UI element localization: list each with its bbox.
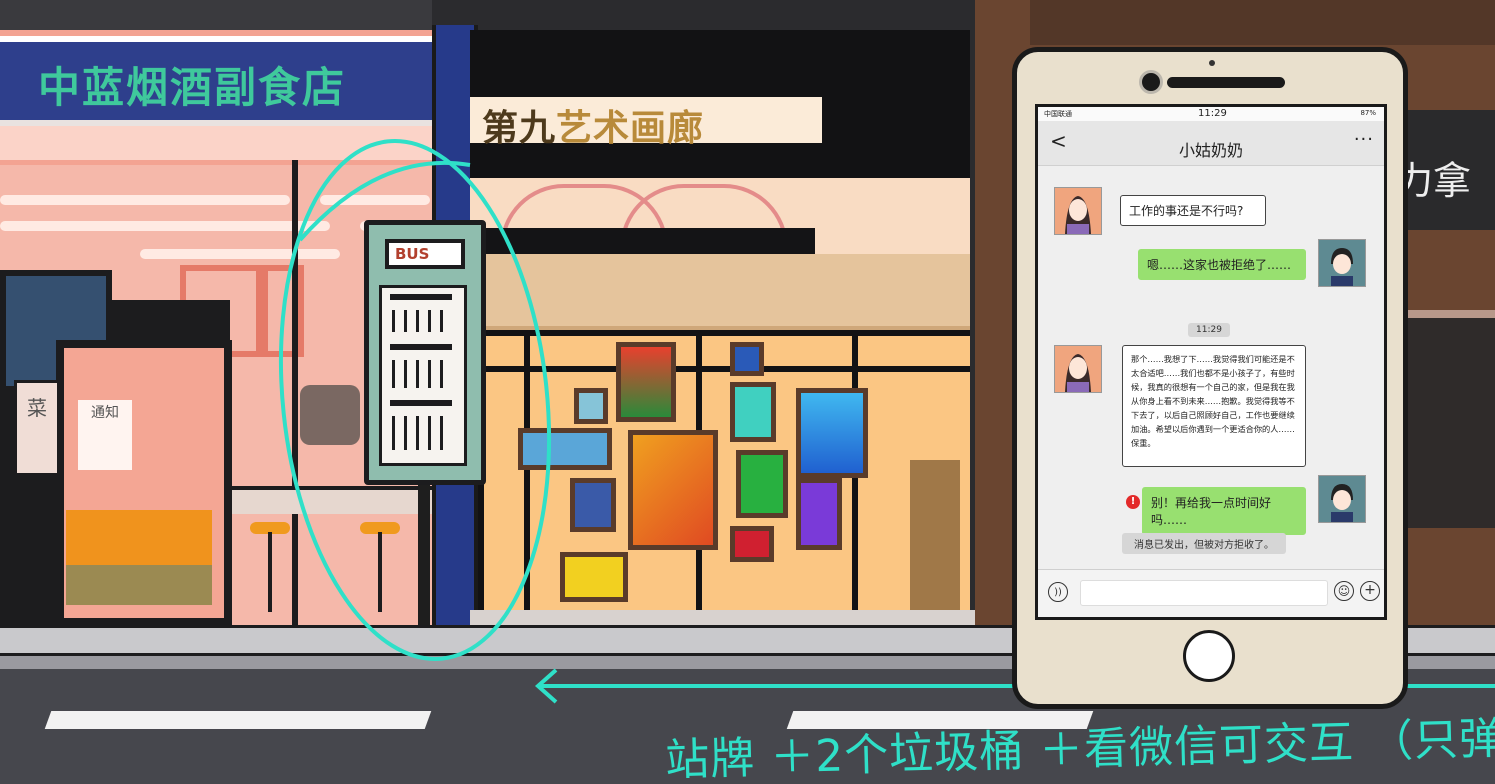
- gallery-canopy: [470, 254, 970, 332]
- painting: [736, 450, 788, 518]
- carrier-label: 中国联通: [1044, 110, 1072, 118]
- phone[interactable]: 中国联通 11:29 87% < 小姑奶奶 ··· 工作的事还是不行吗? 嗯………: [1012, 47, 1408, 709]
- bus-stop-sign[interactable]: BUS: [364, 220, 486, 485]
- painting: [730, 526, 774, 562]
- store-counter: [232, 486, 432, 514]
- painting: [560, 552, 628, 602]
- gallery-door: [910, 460, 960, 610]
- system-notice: 消息已发出，但被对方拒收了。: [1122, 533, 1286, 554]
- lane-marking: [44, 711, 432, 729]
- battery-label: 87%: [1360, 109, 1376, 117]
- message-bubble-outgoing[interactable]: 嗯……这家也被拒绝了……: [1138, 249, 1306, 280]
- painting: [574, 388, 608, 424]
- gallery-sign-part2: 艺术画廊: [556, 108, 705, 149]
- message-bubble-outgoing-failed[interactable]: 别！再给我一点时间好吗……: [1142, 487, 1306, 535]
- message-bubble-incoming-long[interactable]: 那个……我想了下……我觉得我们可能还是不太合适吧……我们也都不是小孩子了，有些时…: [1122, 345, 1306, 467]
- gallery-sign-part1: 第九: [482, 108, 557, 149]
- self-avatar[interactable]: [1318, 239, 1366, 287]
- chat-title: 小姑奶奶: [1178, 141, 1243, 160]
- store-notice[interactable]: 通知: [78, 400, 132, 470]
- store-roof: [0, 0, 432, 30]
- message-bubble-incoming[interactable]: 工作的事还是不行吗?: [1120, 195, 1266, 226]
- message-input[interactable]: [1080, 580, 1328, 606]
- right-shop-sign: 力拿: [1395, 110, 1495, 230]
- painting: [628, 430, 718, 550]
- chat-header: < 小姑奶奶 ···: [1038, 121, 1384, 166]
- phone-speaker: [1167, 77, 1285, 88]
- gallery-sign: 第九艺术画廊: [470, 97, 822, 149]
- painting: [730, 342, 764, 376]
- gallery-window[interactable]: [478, 330, 970, 620]
- timestamp-chip: 11:29: [1188, 323, 1230, 337]
- painting: [570, 478, 616, 532]
- painting: [796, 478, 842, 550]
- emoji-icon[interactable]: ☺: [1334, 581, 1354, 601]
- awning-shadow: [470, 228, 815, 254]
- bus-timetable[interactable]: [379, 285, 467, 466]
- game-scene: 中蓝烟酒副食店 通知 菜 第九艺术画廊 力拿 BUS 中国联通 11:29 87…: [0, 0, 1495, 784]
- send-failed-icon[interactable]: !: [1126, 495, 1140, 509]
- door-panel: [66, 510, 212, 565]
- plus-icon[interactable]: +: [1360, 581, 1380, 601]
- painting: [796, 388, 868, 478]
- store-sign: 中蓝烟酒副食店: [0, 36, 432, 126]
- contact-avatar[interactable]: [1054, 345, 1102, 393]
- self-avatar[interactable]: [1318, 475, 1366, 523]
- contact-avatar[interactable]: [1054, 187, 1102, 235]
- right-building-trim: [1030, 0, 1495, 45]
- more-icon[interactable]: ···: [1354, 129, 1374, 150]
- store-side-sign: 菜: [14, 380, 60, 476]
- home-button[interactable]: [1183, 630, 1235, 682]
- chat-screen: 中国联通 11:29 87% < 小姑奶奶 ··· 工作的事还是不行吗? 嗯………: [1035, 104, 1387, 620]
- door-panel-lower: [66, 565, 212, 605]
- status-time: 11:29: [1198, 108, 1227, 119]
- chat-input-bar: )) ☺ +: [1038, 569, 1384, 617]
- bus-stop-pole: [418, 470, 430, 640]
- painting: [730, 382, 776, 442]
- window-frame: [292, 160, 298, 626]
- status-bar: 中国联通 11:29 87%: [1038, 107, 1384, 121]
- store-sign-text: 中蓝烟酒副食店: [38, 63, 347, 112]
- painting: [616, 342, 676, 422]
- voice-icon[interactable]: )): [1048, 582, 1068, 602]
- store-awning: [0, 126, 432, 160]
- painting: [518, 428, 612, 470]
- right-shop-window: [1395, 310, 1495, 528]
- phone-sensor: [1209, 60, 1215, 66]
- bus-label: BUS: [385, 239, 465, 269]
- phone-camera: [1139, 70, 1163, 94]
